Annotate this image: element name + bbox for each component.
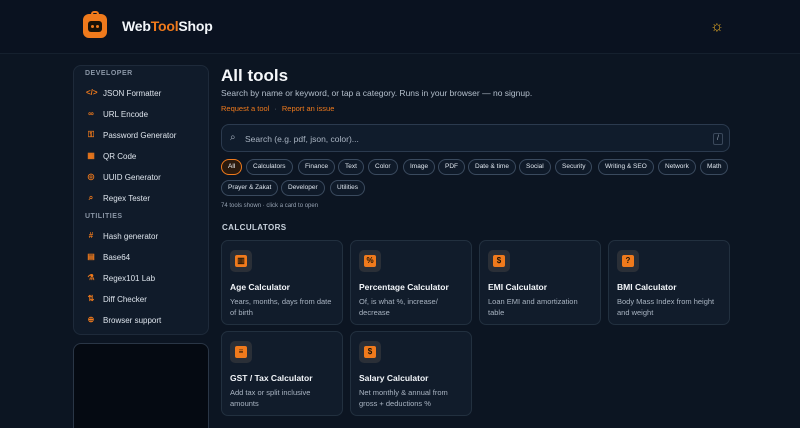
- card-title: GST / Tax Calculator: [230, 373, 313, 383]
- card-description: Add tax or split inclusive amounts: [230, 388, 311, 408]
- page-subtitle: Search by name or keyword, or tap a cate…: [221, 88, 533, 98]
- sidebar-item-qr-code[interactable]: ▦ QR Code: [86, 149, 136, 163]
- code-icon: </>: [86, 88, 98, 97]
- hash-icon: #: [88, 231, 94, 240]
- sidebar-item-browser-support[interactable]: ⊕ Browser support: [86, 313, 162, 327]
- cake-icon: ▥: [230, 250, 252, 272]
- search-icon: ⌕: [230, 132, 236, 143]
- sidebar-item-diff-checker[interactable]: ⇅ Diff Checker: [86, 292, 147, 306]
- search-input[interactable]: [245, 131, 695, 147]
- sidebar-heading-utilities: UTILITIES: [85, 213, 123, 220]
- section-heading-calculators: CALCULATORS: [222, 223, 287, 232]
- fingerprint-icon: ◎: [87, 172, 95, 181]
- card-description: Body Mass Index from height and weight: [617, 297, 715, 317]
- search-bar: ⌕ /: [221, 124, 730, 152]
- sun-icon[interactable]: ☼: [708, 18, 726, 36]
- tool-card-salary-calculator[interactable]: $ Salary Calculator Net monthly & annual…: [350, 331, 472, 416]
- tool-card-emi-calculator[interactable]: $ EMI Calculator Loan EMI and amortizati…: [479, 240, 601, 325]
- chip-writing-seo[interactable]: Writing & SEO: [598, 159, 654, 175]
- chip-developer[interactable]: Developer: [281, 180, 325, 196]
- tool-card-age-calculator[interactable]: ▥ Age Calculator Years, months, days fro…: [221, 240, 343, 325]
- tool-card-gst-tax-calculator[interactable]: ≡ GST / Tax Calculator Add tax or split …: [221, 331, 343, 416]
- chip-calculators[interactable]: Calculators: [246, 159, 293, 175]
- request-tool-link[interactable]: Request a tool: [221, 104, 269, 113]
- scale-icon: ?: [617, 250, 639, 272]
- card-description: Years, months, days from date of birth: [230, 297, 332, 317]
- card-title: BMI Calculator: [617, 282, 677, 292]
- card-title: Age Calculator: [230, 282, 290, 292]
- brand-name[interactable]: WebToolShop: [122, 18, 213, 34]
- sidebar-item-regex-tester[interactable]: ⌕ Regex Tester: [86, 191, 150, 205]
- flask-icon: ⚗: [87, 273, 95, 282]
- card-title: EMI Calculator: [488, 282, 548, 292]
- chip-network[interactable]: Network: [658, 159, 696, 175]
- sidebar-item-base64[interactable]: ▤ Base64: [86, 250, 130, 264]
- card-title: Percentage Calculator: [359, 282, 449, 292]
- header-links: Request a tool · Report an issue: [221, 104, 335, 113]
- chip-utilities[interactable]: Utilities: [330, 180, 365, 196]
- key-icon: ⚿: [87, 130, 95, 139]
- sidebar-item-json-formatter[interactable]: </> JSON Formatter: [86, 86, 161, 100]
- chip-prayer-zakat[interactable]: Prayer & Zakat: [221, 180, 279, 196]
- sidebar-item-password-generator[interactable]: ⚿ Password Generator: [86, 128, 176, 142]
- diff-icon: ⇅: [87, 294, 95, 303]
- tool-card-percentage-calculator[interactable]: % Percentage Calculator Of, is what %, i…: [350, 240, 472, 325]
- chip-color[interactable]: Color: [368, 159, 398, 175]
- sidebar-item-regex101-lab[interactable]: ⚗ Regex101 Lab: [86, 271, 155, 285]
- sidebar: DEVELOPER </> JSON Formatter ∞ URL Encode …: [73, 65, 209, 335]
- chip-pdf[interactable]: PDF: [438, 159, 465, 175]
- chip-social[interactable]: Social: [519, 159, 551, 175]
- file-icon: ▤: [87, 252, 95, 261]
- globe-icon: ⊕: [87, 315, 95, 324]
- qr-icon: ▦: [87, 151, 95, 160]
- money-icon: $: [488, 250, 510, 272]
- ad-panel: [73, 343, 209, 428]
- card-description: Of, is what %, increase/ decrease: [359, 297, 438, 317]
- chip-text[interactable]: Text: [338, 159, 364, 175]
- card-description: Loan EMI and amortization table: [488, 297, 578, 317]
- report-issue-link[interactable]: Report an issue: [282, 104, 335, 113]
- sidebar-heading-developer: DEVELOPER: [85, 70, 133, 77]
- sidebar-item-hash-generator[interactable]: # Hash generator: [86, 229, 158, 243]
- chip-all[interactable]: All: [221, 159, 243, 175]
- chip-security[interactable]: Security: [555, 159, 593, 175]
- money-bag-icon: $: [359, 341, 381, 363]
- card-title: Salary Calculator: [359, 373, 429, 383]
- page-title: All tools: [221, 66, 289, 85]
- sidebar-item-url-encode[interactable]: ∞ URL Encode: [86, 107, 148, 121]
- sidebar-item-uuid-generator[interactable]: ◎ UUID Generator: [86, 170, 161, 184]
- chip-date-time[interactable]: Date & time: [468, 159, 516, 175]
- card-description: Net monthly & annual from gross + deduct…: [359, 388, 448, 408]
- tools-count: 74 tools shown · click a card to open: [221, 203, 319, 209]
- chip-finance[interactable]: Finance: [298, 159, 336, 175]
- search-shortcut-hint: /: [713, 133, 723, 145]
- tool-card-bmi-calculator[interactable]: ? BMI Calculator Body Mass Index from he…: [608, 240, 730, 325]
- receipt-icon: ≡: [230, 341, 252, 363]
- link-icon: ∞: [88, 109, 94, 118]
- percent-icon: %: [359, 250, 381, 272]
- logo-icon[interactable]: [83, 11, 107, 38]
- top-bar: WebToolShop ☼: [0, 0, 800, 54]
- search-icon: ⌕: [88, 193, 94, 202]
- chip-image[interactable]: Image: [403, 159, 436, 175]
- chip-math[interactable]: Math: [700, 159, 729, 175]
